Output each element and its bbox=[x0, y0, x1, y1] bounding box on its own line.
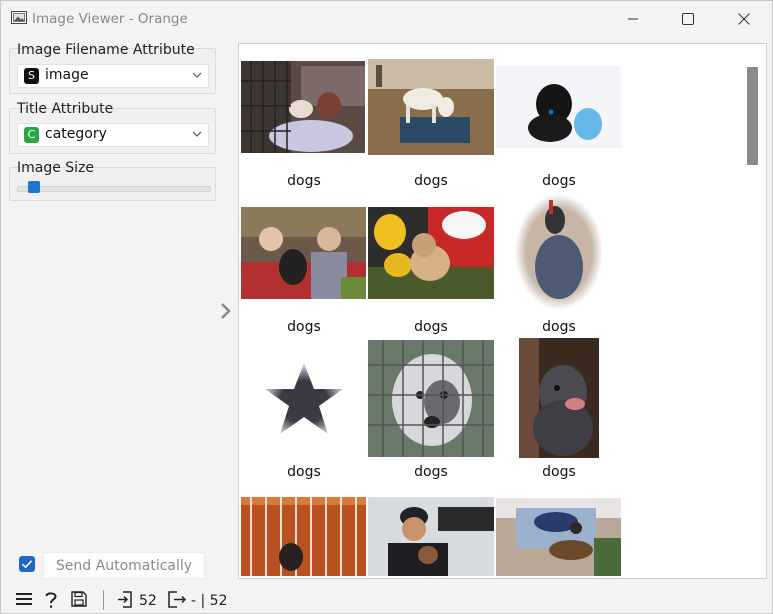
image-caption: dogs bbox=[542, 173, 576, 189]
output-count: - | 52 bbox=[191, 593, 228, 609]
dog-thumbnail[interactable] bbox=[519, 338, 599, 458]
title-attribute-label: Title Attribute bbox=[17, 101, 114, 117]
image-caption: dogs bbox=[287, 319, 321, 335]
chevron-down-icon bbox=[192, 131, 202, 137]
image-caption: dogs bbox=[542, 319, 576, 335]
input-count: 52 bbox=[139, 593, 157, 609]
window-title: Image Viewer - Orange bbox=[32, 11, 188, 27]
image-size-slider-handle[interactable] bbox=[28, 181, 40, 193]
help-icon[interactable] bbox=[44, 591, 58, 609]
image-caption: dogs bbox=[542, 464, 576, 480]
save-icon[interactable] bbox=[71, 591, 87, 607]
chevron-right-icon[interactable] bbox=[220, 303, 232, 319]
categorical-type-icon: C bbox=[24, 127, 39, 143]
menu-icon[interactable] bbox=[16, 591, 32, 607]
dog-thumbnail[interactable] bbox=[241, 497, 366, 576]
string-type-icon: S bbox=[24, 68, 39, 84]
chevron-down-icon bbox=[192, 72, 202, 78]
input-icon bbox=[118, 591, 132, 608]
output-icon bbox=[168, 591, 186, 608]
window: Image Viewer - Orange Image Filename Att… bbox=[0, 0, 773, 614]
filename-attribute-value: image bbox=[45, 67, 89, 83]
image-caption: dogs bbox=[414, 319, 448, 335]
dog-thumbnail[interactable] bbox=[496, 66, 621, 148]
maximize-button[interactable] bbox=[665, 1, 711, 37]
status-bar: 52 - | 52 bbox=[1, 586, 772, 613]
scrollbar-thumb[interactable] bbox=[747, 67, 758, 165]
dog-thumbnail[interactable] bbox=[241, 61, 365, 153]
dog-thumbnail[interactable] bbox=[368, 59, 494, 155]
app-image-icon bbox=[11, 11, 27, 24]
dog-thumbnail[interactable] bbox=[368, 207, 494, 299]
status-separator bbox=[103, 590, 104, 610]
maximize-icon bbox=[682, 13, 694, 25]
title-attribute-combo[interactable]: C category bbox=[17, 123, 209, 147]
dog-thumbnail[interactable] bbox=[263, 361, 345, 437]
image-size-label: Image Size bbox=[17, 160, 95, 176]
title-attribute-value: category bbox=[45, 126, 107, 142]
dog-thumbnail[interactable] bbox=[509, 192, 609, 312]
dog-thumbnail[interactable] bbox=[241, 207, 366, 299]
filename-attribute-label: Image Filename Attribute bbox=[17, 42, 195, 58]
minimize-icon bbox=[628, 18, 638, 20]
image-caption: dogs bbox=[414, 173, 448, 189]
image-caption: dogs bbox=[287, 173, 321, 189]
send-automatically-button[interactable]: Send Automatically bbox=[43, 552, 205, 579]
dog-thumbnail[interactable] bbox=[496, 498, 621, 576]
send-automatically-checkbox[interactable] bbox=[19, 556, 35, 572]
title-bar: Image Viewer - Orange bbox=[1, 1, 772, 37]
dog-thumbnail[interactable] bbox=[368, 340, 494, 457]
image-caption: dogs bbox=[287, 464, 321, 480]
minimize-button[interactable] bbox=[610, 1, 656, 37]
close-button[interactable] bbox=[721, 1, 767, 37]
image-size-slider-track[interactable] bbox=[17, 186, 211, 192]
filename-attribute-combo[interactable]: S image bbox=[17, 64, 209, 88]
checkmark-icon bbox=[21, 560, 33, 569]
close-icon bbox=[738, 13, 750, 25]
image-caption: dogs bbox=[414, 464, 448, 480]
dog-thumbnail[interactable] bbox=[368, 497, 494, 576]
